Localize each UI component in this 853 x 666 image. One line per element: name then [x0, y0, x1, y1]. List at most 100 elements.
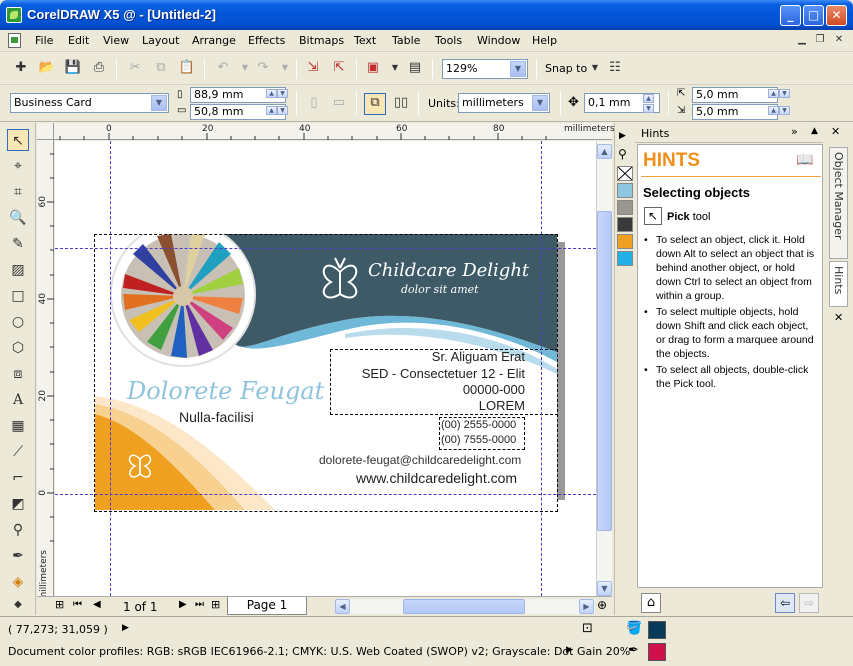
- application-launcher-icon[interactable]: ▣: [364, 59, 382, 77]
- height-down-icon[interactable]: ▼: [277, 106, 288, 115]
- docker-close-icon[interactable]: ✕: [831, 125, 840, 138]
- color-swatch[interactable]: [617, 234, 633, 249]
- portrait-icon[interactable]: ▯: [305, 94, 323, 112]
- guideline-vertical[interactable]: [110, 141, 111, 596]
- basic-shapes-tool-icon[interactable]: ⧈: [7, 363, 29, 385]
- nudge-up-icon[interactable]: ▲: [643, 94, 654, 103]
- dup-x-up-icon[interactable]: ▲: [768, 89, 779, 98]
- last-page-icon[interactable]: ⏭: [195, 599, 204, 610]
- outline-pen-tool-icon[interactable]: ✒: [7, 545, 29, 567]
- scroll-right-icon[interactable]: ▶: [579, 599, 594, 614]
- docker-minimize-icon[interactable]: ▲: [811, 126, 818, 136]
- fill-tool-icon[interactable]: ◈: [7, 571, 29, 593]
- title-bar[interactable]: CorelDRAW X5 @ - [Untitled-2] _ □ ✕: [0, 0, 853, 30]
- save-icon[interactable]: 💾: [64, 59, 82, 77]
- snap-to-dropdown-icon[interactable]: ▼: [586, 59, 604, 77]
- home-icon[interactable]: ⌂: [641, 593, 661, 613]
- profiles-expand-icon[interactable]: ▶: [566, 645, 573, 655]
- vertical-scrollbar[interactable]: ▲ ▼: [596, 141, 612, 596]
- document-icon[interactable]: [8, 33, 21, 48]
- scroll-left-icon[interactable]: ◀: [335, 599, 350, 614]
- launcher-dropdown-icon[interactable]: ▼: [386, 59, 404, 77]
- dup-y-down-icon[interactable]: ▼: [779, 106, 790, 115]
- cut-icon[interactable]: ✂: [126, 59, 144, 77]
- height-up-icon[interactable]: ▲: [266, 106, 277, 115]
- new-document-icon[interactable]: ✚: [12, 59, 30, 77]
- guideline-horizontal[interactable]: [55, 494, 596, 495]
- palette-eyedropper-icon[interactable]: ⚲: [618, 147, 627, 161]
- export-icon[interactable]: ⇱: [330, 59, 348, 77]
- table-tool-icon[interactable]: ▦: [7, 415, 29, 437]
- crop-tool-icon[interactable]: ⌗: [7, 181, 29, 203]
- menu-bitmaps[interactable]: Bitmaps: [299, 34, 344, 47]
- horizontal-ruler[interactable]: 0 20 40 60 80 millimeters: [37, 123, 615, 140]
- page-tab-1[interactable]: Page 1: [227, 597, 307, 615]
- ellipse-tool-icon[interactable]: ○: [7, 311, 29, 333]
- undo-icon[interactable]: ↶: [214, 59, 232, 77]
- zoom-dropdown-icon[interactable]: ▼: [510, 61, 526, 77]
- smart-fill-tool-icon[interactable]: ▨: [7, 259, 29, 281]
- guideline-vertical[interactable]: [541, 141, 542, 596]
- color-swatch[interactable]: [617, 217, 633, 232]
- units-dropdown-icon[interactable]: ▼: [532, 95, 548, 111]
- current-page-icon[interactable]: ▯▯: [392, 94, 410, 112]
- drawing-canvas[interactable]: Childcare Delight dolor sit amet Doloret…: [55, 141, 596, 596]
- options-icon[interactable]: ☷: [606, 59, 624, 77]
- add-page-before-icon[interactable]: ⊞: [55, 598, 64, 611]
- redo-icon[interactable]: ↷: [254, 59, 272, 77]
- welcome-screen-icon[interactable]: ▤: [406, 59, 424, 77]
- undo-dropdown-icon[interactable]: ▼: [236, 59, 254, 77]
- menu-file[interactable]: File: [35, 34, 53, 47]
- no-color-swatch[interactable]: [617, 166, 633, 181]
- close-button[interactable]: ✕: [826, 5, 847, 26]
- text-tool-icon[interactable]: A: [7, 389, 29, 411]
- doc-close-icon[interactable]: ✕: [832, 34, 846, 47]
- outline-color-indicator[interactable]: [648, 643, 666, 661]
- landscape-icon[interactable]: ▭: [330, 94, 348, 112]
- shape-tool-icon[interactable]: ⌖: [7, 155, 29, 177]
- paste-icon[interactable]: 📋: [178, 59, 196, 77]
- polygon-tool-icon[interactable]: ⬡: [7, 337, 29, 359]
- coreldraw-app-icon[interactable]: [6, 7, 22, 23]
- page-preset-dropdown-icon[interactable]: ▼: [151, 95, 167, 111]
- menu-arrange[interactable]: Arrange: [192, 34, 236, 47]
- width-up-icon[interactable]: ▲: [266, 89, 277, 98]
- menu-layout[interactable]: Layout: [142, 34, 179, 47]
- docker-collapse-icon[interactable]: »: [791, 125, 798, 138]
- tab-hints[interactable]: Hints: [829, 261, 848, 307]
- freehand-tool-icon[interactable]: ✎: [7, 233, 29, 255]
- vertical-ruler[interactable]: 60 40 20 0 millimeters: [37, 140, 54, 601]
- minimize-button[interactable]: _: [780, 5, 801, 26]
- dup-x-down-icon[interactable]: ▼: [779, 89, 790, 98]
- navigator-zoom-icon[interactable]: ⊕: [597, 598, 607, 612]
- palette-scroll-up-icon[interactable]: ▶: [619, 131, 626, 141]
- menu-help[interactable]: Help: [532, 34, 557, 47]
- all-pages-icon[interactable]: ⧉: [364, 93, 386, 115]
- copy-icon[interactable]: ⧉: [152, 59, 170, 77]
- menu-text[interactable]: Text: [354, 34, 376, 47]
- maximize-button[interactable]: □: [803, 5, 824, 26]
- snap-to-label[interactable]: Snap to: [545, 62, 587, 75]
- add-page-after-icon[interactable]: ⊞: [211, 598, 220, 611]
- zoom-tool-icon[interactable]: 🔍: [7, 207, 29, 229]
- width-down-icon[interactable]: ▼: [277, 89, 288, 98]
- menu-tools[interactable]: Tools: [435, 34, 462, 47]
- document-color-profiles[interactable]: Document color profiles: RGB: sRGB IEC61…: [8, 645, 630, 658]
- menu-table[interactable]: Table: [392, 34, 420, 47]
- scroll-up-icon[interactable]: ▲: [597, 144, 612, 159]
- next-page-icon[interactable]: ▶: [179, 599, 187, 610]
- tab-object-manager[interactable]: Object Manager: [829, 147, 848, 259]
- menu-edit[interactable]: Edit: [68, 34, 89, 47]
- menu-window[interactable]: Window: [477, 34, 520, 47]
- first-page-icon[interactable]: ⏮: [73, 599, 82, 610]
- print-icon[interactable]: ⎙: [90, 59, 108, 77]
- vertical-scroll-thumb[interactable]: [597, 211, 612, 531]
- ruler-origin-corner[interactable]: [37, 123, 54, 140]
- color-swatch[interactable]: [617, 200, 633, 215]
- status-expand-icon[interactable]: ▶: [122, 623, 129, 633]
- import-icon[interactable]: ⇲: [304, 59, 322, 77]
- duplicate-x-input[interactable]: 5,0 mm: [692, 87, 778, 103]
- color-swatch[interactable]: [617, 251, 633, 266]
- menu-view[interactable]: View: [103, 34, 129, 47]
- forward-arrow-icon[interactable]: ⇨: [799, 593, 819, 613]
